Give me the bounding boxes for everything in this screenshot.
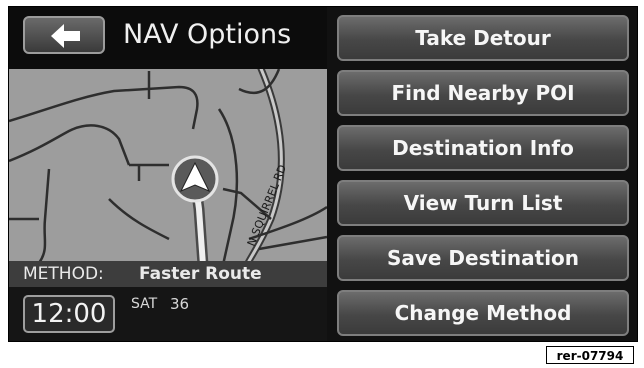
method-label: METHOD: [23, 264, 104, 284]
route-method-bar: METHOD: Faster Route [9, 261, 327, 287]
temperature-label: 36 [170, 295, 190, 313]
find-nearby-poi-button[interactable]: Find Nearby POI [337, 70, 629, 116]
map-view[interactable]: N SQUIRREL RD [9, 69, 327, 265]
day-label: SAT [131, 296, 158, 312]
page-title: NAV Options [123, 19, 292, 50]
reference-code: rer-07794 [546, 346, 634, 364]
map-roads: N SQUIRREL RD [9, 69, 327, 265]
back-button[interactable] [23, 16, 105, 54]
left-arrow-icon [51, 24, 80, 48]
clock-display[interactable]: 12:00 [23, 295, 115, 333]
view-turn-list-button[interactable]: View Turn List [337, 180, 629, 226]
navigation-arrow-icon [171, 155, 219, 203]
method-value: Faster Route [139, 264, 262, 284]
status-bar: 12:00 SAT 36 [9, 287, 327, 341]
destination-info-button[interactable]: Destination Info [337, 125, 629, 171]
save-destination-button[interactable]: Save Destination [337, 235, 629, 281]
change-method-button[interactable]: Change Method [337, 290, 629, 336]
options-panel: Take Detour Find Nearby POI Destination … [327, 7, 637, 341]
take-detour-button[interactable]: Take Detour [337, 15, 629, 61]
header: NAV Options [9, 7, 327, 69]
nav-screen: NAV Options N SQUIRREL RD METHOD: Faster… [8, 6, 638, 342]
